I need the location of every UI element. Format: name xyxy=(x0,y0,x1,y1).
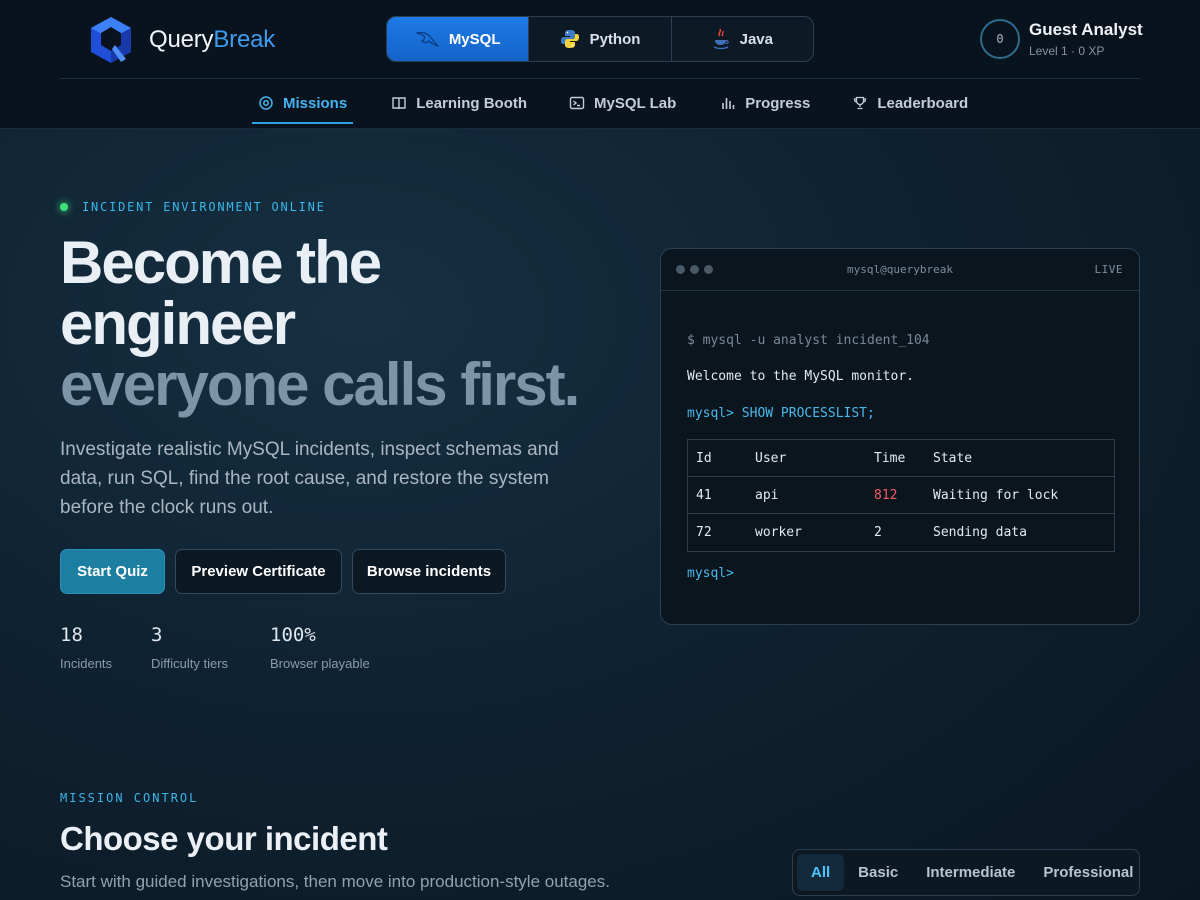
column-header: State xyxy=(933,451,973,466)
table-row: 72 worker 2 Sending data xyxy=(688,514,1114,551)
column-header: Id xyxy=(696,451,712,466)
headline-line-1: Become the xyxy=(60,229,382,296)
bar-chart-icon xyxy=(722,98,735,109)
brand-logo[interactable]: QueryBreak xyxy=(88,15,275,65)
terminal-command-line: $ mysql -u analyst incident_104 xyxy=(687,333,930,348)
status-online-dot xyxy=(60,203,68,211)
terminal-prompt[interactable]: mysql> xyxy=(687,566,734,581)
table-cell: api xyxy=(755,488,779,503)
nav-item-label: Missions xyxy=(283,94,348,112)
nav-item-label: Learning Booth xyxy=(416,94,528,112)
nav-item-progress[interactable]: Progress xyxy=(714,82,816,124)
start-quiz-button[interactable]: Start Quiz xyxy=(60,549,165,594)
column-header: Time xyxy=(874,451,906,466)
filter-intermediate[interactable]: Intermediate xyxy=(912,854,1029,891)
brand-name: QueryBreak xyxy=(149,26,275,54)
nav-item-mysql-lab[interactable]: MySQL Lab xyxy=(563,82,682,124)
table-cell: Sending data xyxy=(933,525,1027,540)
table-cell: worker xyxy=(755,525,802,540)
user-xp-badge: 0 xyxy=(980,19,1020,59)
table-row: 41 api 812 Waiting for lock xyxy=(688,477,1114,514)
stat-value: 18 xyxy=(60,624,83,646)
user-level: Level 1 · 0 XP xyxy=(1029,44,1105,58)
nav-item-missions[interactable]: Missions xyxy=(252,82,354,124)
top-header: QueryBreak MySQL Python Java 0 Guest Ana… xyxy=(0,0,1200,129)
section-subtitle: Start with guided investigations, then m… xyxy=(60,872,610,891)
table-header-row: Id User Time State xyxy=(688,440,1114,477)
lang-tab-mysql[interactable]: MySQL xyxy=(387,17,530,61)
table-cell: 41 xyxy=(696,488,712,503)
hero-headline: Become the engineer everyone calls first… xyxy=(60,229,580,418)
user-profile[interactable]: 0 Guest Analyst Level 1 · 0 XP xyxy=(980,19,1143,59)
stat-difficulty-tiers: 3 Difficulty tiers xyxy=(151,624,228,671)
user-info: Guest Analyst Level 1 · 0 XP xyxy=(1029,20,1143,58)
terminal-window: mysql@querybreak LIVE $ mysql -u analyst… xyxy=(660,248,1140,625)
querybreak-logo-icon xyxy=(91,17,131,63)
nav-item-label: Progress xyxy=(745,94,811,112)
section-kicker: MISSION CONTROL xyxy=(60,791,199,805)
book-icon xyxy=(392,97,406,110)
lang-tab-python[interactable]: Python xyxy=(529,17,672,61)
stat-browser-playable: 100% Browser playable xyxy=(270,624,370,671)
table-cell: 2 xyxy=(874,525,882,540)
lang-tab-label: MySQL xyxy=(448,30,501,48)
terminal-query-line: mysql> SHOW PROCESSLIST; xyxy=(687,406,875,421)
table-cell: 72 xyxy=(696,525,712,540)
stat-incidents: 18 Incidents xyxy=(60,624,112,671)
nav-item-learning-booth[interactable]: Learning Booth xyxy=(385,82,533,124)
header-divider xyxy=(60,78,1140,79)
terminal-titlebar: mysql@querybreak LIVE xyxy=(661,249,1139,291)
environment-status: INCIDENT ENVIRONMENT ONLINE xyxy=(60,200,326,214)
lang-tab-label: Java xyxy=(739,30,773,48)
language-switcher: MySQL Python Java xyxy=(386,16,814,62)
hero-description: Investigate realistic MySQL incidents, i… xyxy=(60,439,559,518)
browse-incidents-button[interactable]: Browse incidents xyxy=(352,549,506,594)
mysql-dolphin-icon xyxy=(415,31,439,47)
stat-value: 100% xyxy=(270,624,316,646)
terminal-live-badge: LIVE xyxy=(1094,263,1123,276)
status-text: INCIDENT ENVIRONMENT ONLINE xyxy=(82,200,326,214)
filter-professional[interactable]: Professional xyxy=(1029,854,1147,891)
user-name: Guest Analyst xyxy=(1029,20,1143,39)
column-header: User xyxy=(755,451,787,466)
stat-label: Browser playable xyxy=(270,656,370,671)
section-title: Choose your incident xyxy=(60,820,388,857)
table-cell-time-warning: 812 xyxy=(874,488,898,503)
brand-name-part1: Query xyxy=(149,26,214,53)
nav-item-label: Leaderboard xyxy=(877,94,969,112)
stat-label: Incidents xyxy=(60,656,113,671)
terminal-icon xyxy=(569,96,585,110)
table-cell: Waiting for lock xyxy=(933,488,1059,503)
trophy-icon xyxy=(854,96,867,110)
lang-tab-java[interactable]: Java xyxy=(672,17,813,61)
difficulty-filter: All Basic Intermediate Professional xyxy=(792,849,1140,896)
filter-basic[interactable]: Basic xyxy=(844,854,912,891)
target-icon xyxy=(259,96,273,110)
nav-item-label: MySQL Lab xyxy=(594,94,677,112)
brand-name-part2: Break xyxy=(213,26,276,53)
main-nav: Missions Learning Booth MySQL Lab Progre… xyxy=(252,82,974,128)
stat-value: 3 xyxy=(151,624,163,646)
filter-all[interactable]: All xyxy=(797,854,845,891)
stat-label: Difficulty tiers xyxy=(151,656,229,671)
terminal-title: mysql@querybreak xyxy=(847,263,953,276)
python-icon xyxy=(560,30,579,48)
headline-line-2: engineer xyxy=(60,290,296,357)
nav-item-leaderboard[interactable]: Leaderboard xyxy=(846,82,974,124)
headline-line-3: everyone calls first. xyxy=(60,351,580,418)
processlist-table: Id User Time State 41 api 812 Waiting fo… xyxy=(687,439,1115,552)
terminal-welcome-line: Welcome to the MySQL monitor. xyxy=(687,369,914,384)
java-cup-icon xyxy=(713,28,729,50)
lang-tab-label: Python xyxy=(589,30,641,48)
preview-certificate-button[interactable]: Preview Certificate xyxy=(175,549,342,594)
